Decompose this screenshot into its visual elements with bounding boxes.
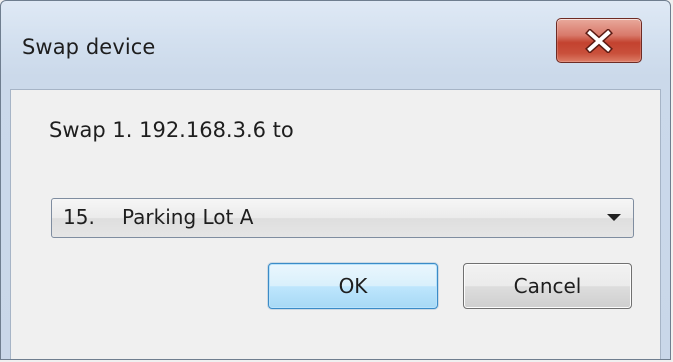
swap-device-dialog: Swap device Swap 1. 192.168.3.6 to 15. P…: [0, 0, 671, 360]
window-title: Swap device: [22, 35, 156, 59]
dialog-body: Swap 1. 192.168.3.6 to 15. Parking Lot A…: [10, 89, 661, 359]
dropdown-selected-value: Parking Lot A: [122, 205, 254, 229]
cancel-button[interactable]: Cancel: [463, 263, 632, 309]
dropdown-selected-number: 15.: [63, 205, 95, 229]
title-bar[interactable]: Swap device: [1, 1, 670, 89]
close-button[interactable]: [556, 18, 642, 63]
ok-button[interactable]: OK: [268, 263, 438, 309]
device-select-dropdown[interactable]: 15. Parking Lot A: [51, 198, 634, 238]
close-x-icon: [585, 28, 613, 53]
chevron-down-icon[interactable]: [607, 214, 621, 221]
swap-prompt-label: Swap 1. 192.168.3.6 to: [49, 118, 294, 142]
